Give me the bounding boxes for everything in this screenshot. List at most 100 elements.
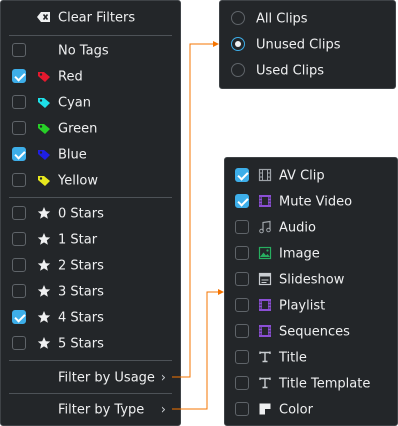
tag-label: Cyan	[58, 95, 91, 111]
title-template-icon	[258, 376, 272, 390]
type-label: Audio	[279, 220, 316, 236]
type-item-sequences[interactable]: Sequences	[225, 319, 397, 345]
color-clip-icon	[258, 402, 272, 416]
type-label: Image	[279, 246, 320, 262]
rating-label: 3 Stars	[58, 284, 104, 300]
tag-checkbox[interactable]	[12, 121, 26, 135]
slideshow-icon	[258, 272, 272, 286]
type-checkbox[interactable]	[235, 324, 249, 338]
usage-label: Unused Clips	[256, 37, 341, 53]
type-label: Color	[279, 402, 313, 418]
tag-label: Yellow	[58, 173, 99, 189]
rating-label: 2 Stars	[58, 258, 104, 274]
clear-filters-item[interactable]: Clear Filters	[1, 5, 180, 31]
tag-item-yellow[interactable]: Yellow	[1, 168, 180, 194]
rating-item-5-stars[interactable]: 5 Stars	[1, 331, 180, 357]
tag-checkbox[interactable]	[12, 173, 26, 187]
usage-item-used-clips[interactable]: Used Clips	[220, 58, 395, 84]
playlist-icon	[258, 298, 272, 312]
no-tags-item[interactable]: No Tags	[1, 38, 180, 64]
type-item-image[interactable]: Image	[225, 241, 397, 267]
film-icon	[258, 168, 272, 182]
rating-checkbox[interactable]	[12, 284, 26, 298]
usage-radio[interactable]	[231, 11, 245, 25]
star-icon	[37, 284, 51, 298]
rating-item-2-stars[interactable]: 2 Stars	[1, 253, 180, 279]
type-item-av-clip[interactable]: AV Clip	[225, 163, 397, 189]
type-checkbox[interactable]	[235, 272, 249, 286]
tag-checkbox[interactable]	[12, 147, 26, 161]
tag-label: Blue	[58, 147, 87, 163]
title-icon	[258, 350, 272, 364]
image-icon	[258, 246, 272, 260]
rating-item-4-stars[interactable]: 4 Stars	[1, 305, 180, 331]
tag-item-cyan[interactable]: Cyan	[1, 90, 180, 116]
type-checkbox[interactable]	[235, 298, 249, 312]
rating-checkbox[interactable]	[12, 336, 26, 350]
type-item-mute-video[interactable]: Mute Video	[225, 189, 397, 215]
star-icon	[37, 310, 51, 324]
separator	[9, 393, 172, 394]
rating-item-1-star[interactable]: 1 Star	[1, 227, 180, 253]
sequence-icon	[258, 324, 272, 338]
rating-label: 5 Stars	[58, 336, 104, 352]
rating-item-3-stars[interactable]: 3 Stars	[1, 279, 180, 305]
usage-submenu: All Clips Unused Clips Used Clips	[219, 0, 396, 89]
type-checkbox[interactable]	[235, 220, 249, 234]
tag-checkbox[interactable]	[12, 69, 26, 83]
type-checkbox[interactable]	[235, 376, 249, 390]
no-tags-label: No Tags	[58, 43, 109, 59]
type-label: Sequences	[279, 324, 350, 340]
type-item-audio[interactable]: Audio	[225, 215, 397, 241]
chevron-right-icon: ›	[160, 370, 166, 386]
no-tags-checkbox[interactable]	[12, 43, 26, 57]
filter-by-type-item[interactable]: Filter by Type ›	[1, 397, 180, 423]
rating-checkbox[interactable]	[12, 310, 26, 324]
tag-icon	[37, 69, 51, 83]
star-icon	[37, 232, 51, 246]
rating-checkbox[interactable]	[12, 258, 26, 272]
type-checkbox[interactable]	[235, 168, 249, 182]
type-checkbox[interactable]	[235, 194, 249, 208]
type-label: Mute Video	[279, 194, 353, 210]
filter-by-type-label: Filter by Type	[58, 402, 145, 418]
chevron-right-icon: ›	[160, 402, 166, 418]
tag-item-red[interactable]: Red	[1, 64, 180, 90]
tag-item-blue[interactable]: Blue	[1, 142, 180, 168]
type-label: Playlist	[279, 298, 326, 314]
type-item-color[interactable]: Color	[225, 397, 397, 423]
usage-radio[interactable]	[231, 37, 245, 51]
type-label: Title	[279, 350, 307, 366]
tag-checkbox[interactable]	[12, 95, 26, 109]
rating-label: 4 Stars	[58, 310, 104, 326]
usage-item-unused-clips[interactable]: Unused Clips	[220, 32, 395, 58]
type-item-title-template[interactable]: Title Template	[225, 371, 397, 397]
separator	[9, 35, 172, 36]
star-icon	[37, 336, 51, 350]
separator	[9, 197, 172, 198]
rating-checkbox[interactable]	[12, 206, 26, 220]
tag-icon	[37, 95, 51, 109]
type-item-playlist[interactable]: Playlist	[225, 293, 397, 319]
type-label: Title Template	[279, 376, 371, 392]
type-submenu: AV Clip Mute Video Audio Image Slideshow Play…	[224, 157, 398, 426]
type-label: AV Clip	[279, 168, 325, 184]
filter-by-usage-label: Filter by Usage	[58, 370, 155, 386]
tag-item-green[interactable]: Green	[1, 116, 180, 142]
video-icon	[258, 194, 272, 208]
star-icon	[37, 258, 51, 272]
type-checkbox[interactable]	[235, 350, 249, 364]
tag-icon	[37, 121, 51, 135]
usage-radio[interactable]	[231, 63, 245, 77]
tag-label: Green	[58, 121, 98, 137]
rating-checkbox[interactable]	[12, 232, 26, 246]
type-checkbox[interactable]	[235, 246, 249, 260]
filter-by-usage-item[interactable]: Filter by Usage ›	[1, 365, 180, 391]
star-icon	[37, 206, 51, 220]
filter-menu: Clear Filters No Tags Red Cyan Green Blue Ye…	[0, 0, 181, 426]
usage-item-all-clips[interactable]: All Clips	[220, 6, 395, 32]
type-item-title[interactable]: Title	[225, 345, 397, 371]
type-checkbox[interactable]	[235, 402, 249, 416]
type-item-slideshow[interactable]: Slideshow	[225, 267, 397, 293]
rating-item-0-stars[interactable]: 0 Stars	[1, 201, 180, 227]
